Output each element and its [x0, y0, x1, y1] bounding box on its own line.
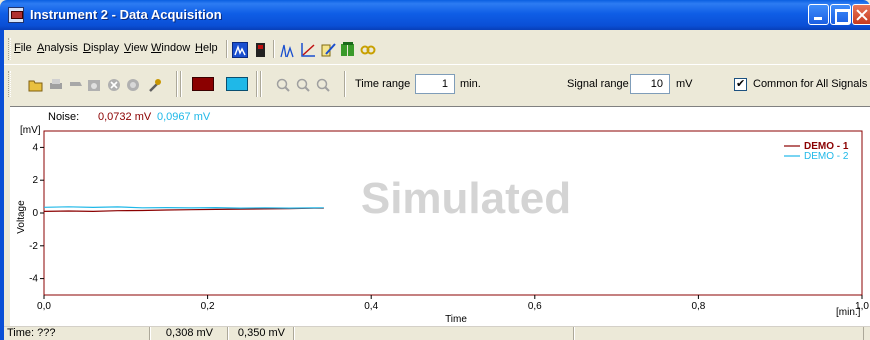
noise-label: Noise: [48, 111, 80, 123]
wrench-icon[interactable] [147, 77, 163, 93]
simulated-watermark: Simulated [361, 174, 571, 223]
x-tick-label: 0,8 [691, 301, 705, 312]
toolbar-grip[interactable] [8, 71, 11, 97]
y-tick-label: 2 [32, 175, 38, 186]
zoom-in-icon[interactable] [275, 77, 291, 93]
menu-separator-2 [273, 40, 275, 58]
menu-view-rest: iew [131, 42, 148, 54]
inject-icon[interactable] [68, 77, 84, 93]
signal-range-label: Signal range [567, 78, 629, 90]
y-tick-label: 0 [32, 208, 38, 219]
title-bar[interactable]: Instrument 2 - Data Acquisition [0, 0, 870, 30]
menu-display[interactable]: Display [83, 42, 119, 54]
y-axis-title: Voltage [16, 200, 27, 234]
status-bar: Time: ??? 0,308 mV 0,350 mV [4, 326, 870, 340]
maximize-button[interactable] [830, 4, 851, 25]
zoom-reset-icon[interactable] [315, 77, 331, 93]
menu-display-rest: isplay [90, 42, 120, 54]
toolbar-separator-2 [256, 71, 258, 97]
menu-bar: File Analysis Display View Window Help [4, 32, 870, 64]
snapshot-icon[interactable] [86, 77, 102, 93]
menu-analysis[interactable]: Analysis [37, 42, 78, 54]
status-time: Time: ??? [4, 327, 150, 340]
edit-method-icon[interactable] [320, 42, 336, 58]
minimize-button[interactable] [808, 4, 829, 25]
menu-window-rest: indow [161, 42, 191, 54]
signal-chart[interactable]: 420-2-40,0 0,2 0,4 0,6 0,8 1,0 Simulated DEMO… [10, 107, 870, 327]
signal-range-unit: mV [676, 78, 693, 90]
series-color-1-icon[interactable] [192, 77, 214, 91]
x-tick-label: 0,6 [528, 301, 542, 312]
x-unit-label: [min.] [836, 307, 861, 318]
status-empty-1 [294, 327, 574, 340]
y-tick-label: 4 [32, 142, 38, 153]
x-tick-label: 0,0 [37, 301, 51, 312]
legend-label-2: DEMO - 2 [804, 151, 849, 162]
stop-icon[interactable] [125, 77, 141, 93]
menu-file-rest: ile [20, 42, 32, 54]
close-button[interactable] [852, 4, 870, 25]
y-tick-label: -4 [29, 274, 38, 285]
time-range-unit: min. [460, 78, 481, 90]
status-empty-2 [574, 327, 864, 340]
menu-analysis-rest: nalysis [44, 42, 78, 54]
noise-value-2: 0,0967 mV [157, 111, 211, 123]
calibration-icon[interactable] [300, 42, 316, 58]
instrument-icon[interactable] [253, 42, 269, 58]
acquisition-toolbar: Time range 1 min. Signal range 10 mV Com… [4, 64, 870, 104]
menu-help[interactable]: Help [195, 42, 218, 54]
common-signals-checkbox[interactable] [734, 77, 747, 91]
zoom-out-icon[interactable] [295, 77, 311, 93]
status-value-2: 0,350 mV [228, 327, 294, 340]
toolbar-separator-3 [344, 71, 346, 97]
open-icon[interactable] [28, 77, 44, 93]
abort-icon[interactable] [106, 77, 122, 93]
y-unit-label: [mV] [20, 125, 41, 136]
x-tick-label: 0,4 [364, 301, 378, 312]
print-icon[interactable] [48, 77, 64, 93]
series-color-2-icon[interactable] [226, 77, 248, 91]
x-tick-label: 0,2 [201, 301, 215, 312]
status-value-1: 0,308 mV [150, 327, 228, 340]
menubar-grip[interactable] [8, 38, 11, 60]
signal-range-input[interactable]: 10 [630, 74, 670, 94]
time-range-label: Time range [355, 78, 411, 90]
y-tick-label: -2 [29, 241, 38, 252]
noise-value-1: 0,0732 mV [98, 111, 152, 123]
menu-file[interactable]: File [14, 42, 32, 54]
menu-separator [226, 40, 228, 58]
link-icon[interactable] [360, 42, 376, 58]
toolbar-separator-b [180, 71, 182, 97]
chromatogram-icon[interactable] [232, 42, 248, 58]
app-icon[interactable] [8, 7, 24, 23]
chart-panel[interactable]: 4 2 0 -2 -4 0,0 0,2 0,4 0,6 0,8 1,0 Simulated DEMO… [10, 106, 870, 326]
peaks-icon[interactable] [280, 42, 296, 58]
menu-window[interactable]: Window [151, 42, 190, 54]
x-axis-title: Time [445, 314, 467, 325]
toolbar-separator-2b [260, 71, 262, 97]
common-signals-label: Common for All Signals [753, 78, 868, 90]
menu-view[interactable]: View [124, 42, 148, 54]
toolbar-separator [176, 71, 178, 97]
sequence-icon[interactable] [340, 42, 356, 58]
time-range-input[interactable]: 1 [415, 74, 455, 94]
menu-help-rest: elp [202, 42, 218, 54]
window-title: Instrument 2 - Data Acquisition [30, 7, 222, 22]
